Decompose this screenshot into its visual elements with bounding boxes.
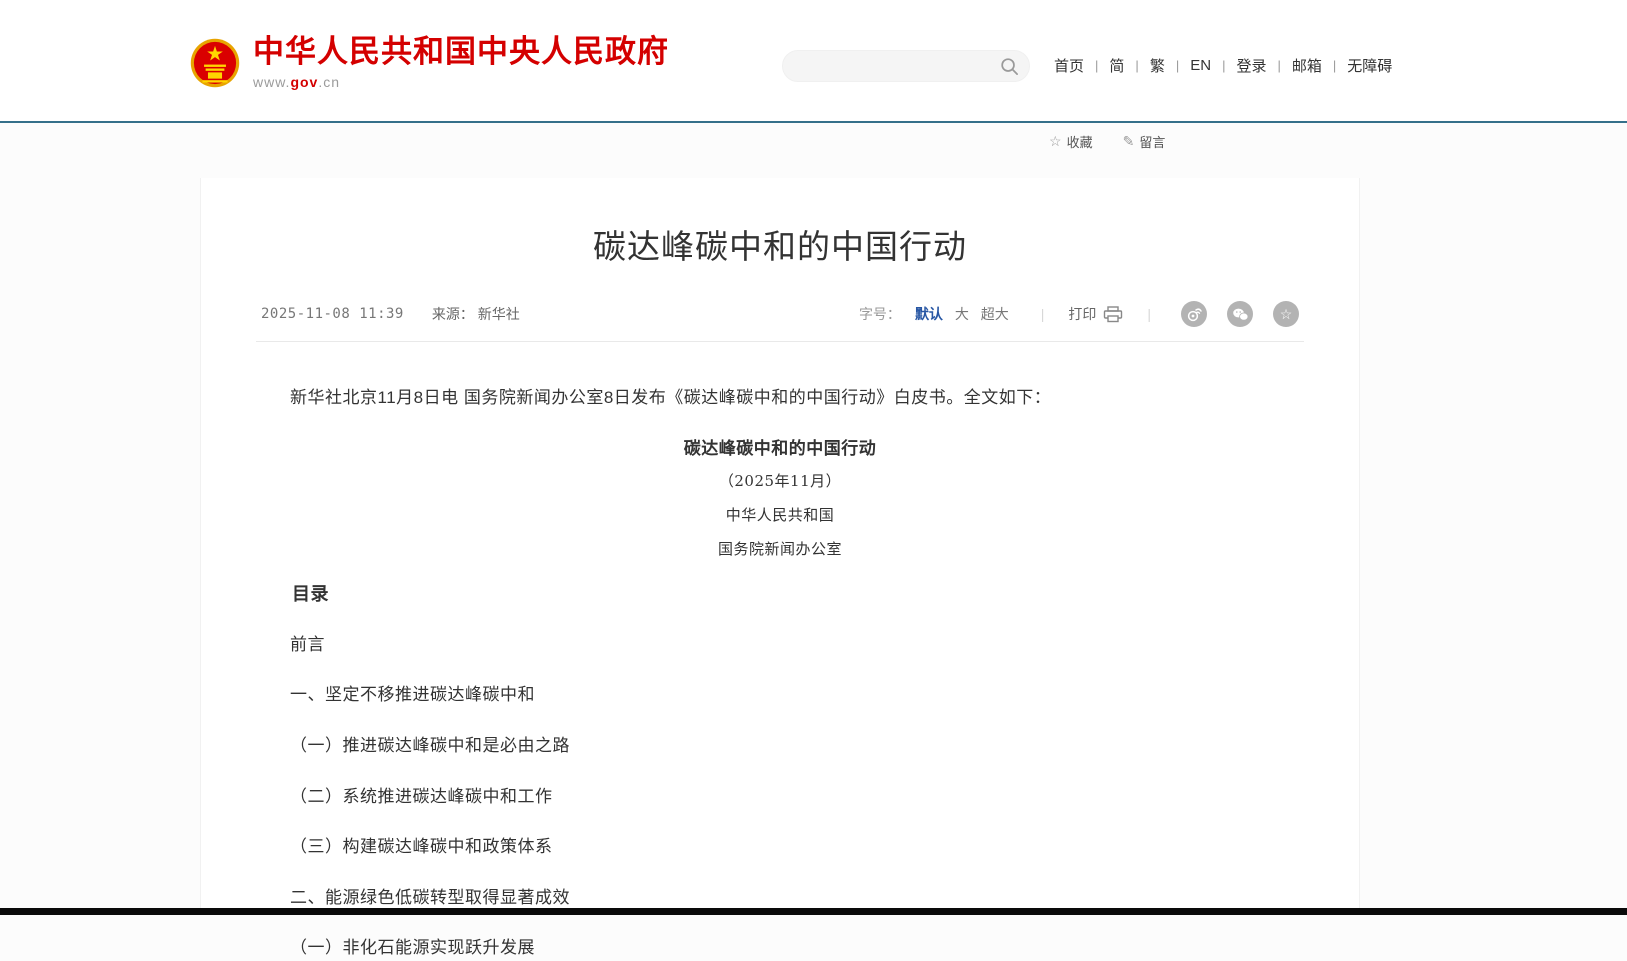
toc-item: 前言 [256,633,1304,658]
weibo-share-icon[interactable] [1181,301,1207,327]
site-header: 中华人民共和国中央人民政府 www.gov.cn 首页 | 简 | 繁 | EN… [0,0,1627,121]
nav-accessibility[interactable]: 无障碍 [1336,55,1403,76]
bottom-window-edge [0,908,1627,915]
article-title: 碳达峰碳中和的中国行动 [241,220,1319,268]
search-input[interactable] [797,51,992,81]
nav-english[interactable]: EN [1179,57,1222,74]
toc-item: （三）构建碳达峰碳中和政策体系 [256,835,1304,860]
fontsize-default-button[interactable]: 默认 [915,306,943,322]
site-url-prefix: www. [253,74,290,90]
leave-message-button[interactable]: ✎ 留言 [1123,132,1166,151]
star-outline-icon: ☆ [1049,133,1062,150]
top-nav: 首页 | 简 | 繁 | EN | 登录 | 邮箱 | 无障碍 [1043,55,1403,76]
pencil-icon: ✎ [1123,133,1135,150]
article-toolbar: 字号： 默认 大 超大 | 打印 | [859,301,1299,327]
article-meta-row: 2025-11-08 11:39 来源： 新华社 字号： 默认 大 超大 | 打… [261,301,1299,327]
nav-simplified-chinese[interactable]: 简 [1098,55,1135,76]
national-emblem-icon [190,36,240,90]
favorite-button[interactable]: ☆ 收藏 [1049,132,1093,151]
favorite-label: 收藏 [1067,132,1093,151]
site-title: 中华人民共和国中央人民政府 [253,36,669,69]
nav-home[interactable]: 首页 [1043,55,1095,76]
document-issuer-office: 国务院新闻办公室 [256,539,1304,561]
toc-item: （二）系统推进碳达峰碳中和工作 [256,785,1304,810]
toc-item: 二、能源绿色低碳转型取得显著成效 [256,886,1304,911]
quick-action-bar: ☆ 收藏 ✎ 留言 [1049,132,1165,151]
toc-item: 一、坚定不移推进碳达峰碳中和 [256,683,1304,708]
source-label: 来源： [432,306,474,322]
document-date: （2025年11月） [256,471,1304,493]
printer-icon [1103,306,1123,323]
fontsize-large-button[interactable]: 大 [955,306,969,322]
wechat-share-icon[interactable] [1227,301,1253,327]
print-button[interactable]: 打印 [1068,304,1123,324]
site-brand[interactable]: 中华人民共和国中央人民政府 www.gov.cn [190,36,669,90]
nav-login[interactable]: 登录 [1225,55,1277,76]
toc-heading: 目录 [256,581,1304,607]
fontsize-label: 字号： [859,304,901,324]
document-title: 碳达峰碳中和的中国行动 [256,437,1304,462]
article-meta-left: 2025-11-08 11:39 来源： 新华社 [261,304,520,324]
header-divider-line [0,121,1627,123]
paragraph: 新华社北京11月8日电 国务院新闻办公室8日发布《碳达峰碳中和的中国行动》白皮书… [256,386,1304,411]
site-url-highlight: gov [290,74,318,90]
source-value: 新华社 [478,306,520,322]
search-box[interactable] [782,50,1030,82]
qzone-star-share-icon[interactable]: ☆ [1273,301,1299,327]
fontsize-xlarge-button[interactable]: 超大 [981,306,1009,322]
toc-item: （一）推进碳达峰碳中和是必由之路 [256,734,1304,759]
meta-divider-line [256,341,1304,342]
site-url: www.gov.cn [253,74,669,90]
article-card: 碳达峰碳中和的中国行动 2025-11-08 11:39 来源： 新华社 字号：… [200,178,1360,908]
message-label: 留言 [1139,132,1165,151]
site-url-suffix: .cn [318,74,340,90]
print-label: 打印 [1068,304,1096,324]
document-issuer-country: 中华人民共和国 [256,505,1304,527]
toc-item: （一）非化石能源实现跃升发展 [256,936,1304,961]
nav-traditional-chinese[interactable]: 繁 [1139,55,1176,76]
toolbar-separator: | [1147,306,1151,322]
nav-mailbox[interactable]: 邮箱 [1281,55,1333,76]
article-body: 新华社北京11月8日电 国务院新闻办公室8日发布《碳达峰碳中和的中国行动》白皮书… [256,386,1304,961]
toolbar-separator: | [1041,306,1045,322]
search-icon[interactable] [1000,57,1019,76]
source: 来源： 新华社 [432,304,520,324]
star-outline-icon: ☆ [1280,307,1293,321]
publish-date: 2025-11-08 11:39 [261,306,404,322]
